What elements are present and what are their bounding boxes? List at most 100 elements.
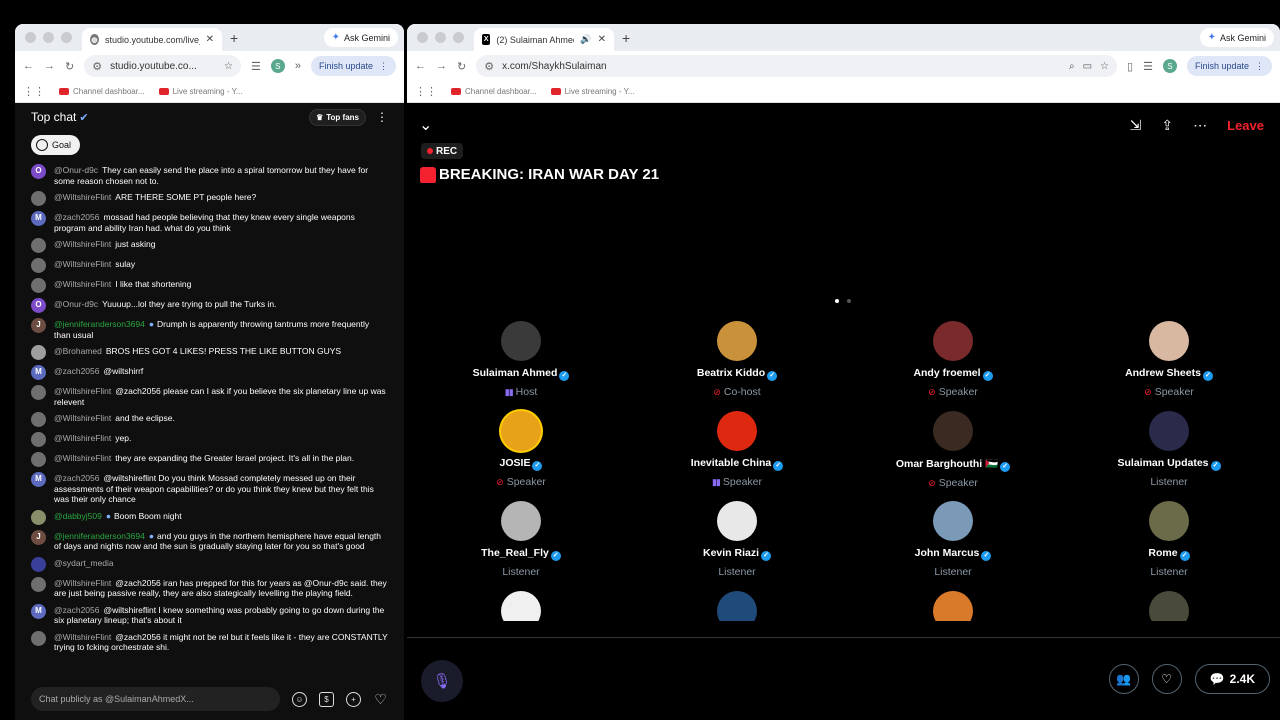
chat-message[interactable]: O @Onur-d9c Yuuuup...lol they are trying t… (15, 295, 404, 315)
chat-message[interactable]: M @zach2056 @wiltshirrf (15, 362, 404, 382)
message-author[interactable]: @WiltshireFlint (54, 433, 111, 443)
new-tab-button[interactable]: + (614, 30, 638, 51)
chat-message[interactable]: @WiltshireFlint @zach2056 iran has preppe… (15, 574, 404, 601)
participant[interactable]: Kevin Riazi ✓ Listener (637, 501, 837, 578)
minimize-window-button[interactable] (435, 32, 446, 43)
address-bar[interactable]: ⚙ x.com/ShaykhSulaiman ⌕ ▭ ☆ (476, 55, 1118, 77)
ask-gemini-button[interactable]: ✦ Ask Gemini (1199, 28, 1274, 47)
super-chat-icon[interactable]: $ (319, 691, 334, 707)
more-icon[interactable]: ⋯ (1193, 117, 1207, 134)
participant[interactable]: Beatrix Kiddo ✓ ⊘ Co-host (637, 321, 837, 398)
author-avatar[interactable]: M (31, 472, 46, 487)
participant[interactable] (1069, 591, 1269, 621)
message-author[interactable]: @WiltshireFlint (54, 279, 111, 289)
participant[interactable] (853, 591, 1053, 621)
chat-message[interactable]: O @Onur-d9c They can easily send the place… (15, 161, 404, 188)
bookmark-channel-dashboard[interactable]: Channel dashboar... (59, 87, 145, 96)
chat-message[interactable]: @WiltshireFlint and the eclipse. (15, 409, 404, 429)
address-bar[interactable]: ⚙ studio.youtube.co... ☆ (84, 55, 241, 77)
author-avatar[interactable] (31, 191, 46, 206)
author-avatar[interactable]: M (31, 365, 46, 380)
participant-avatar[interactable] (501, 321, 541, 361)
ask-gemini-button[interactable]: ✦ Ask Gemini (323, 28, 398, 47)
browser-tab[interactable]: ◍ studio.youtube.com/live_chat ✕ (82, 28, 222, 51)
participant-avatar[interactable] (717, 591, 757, 621)
chat-message[interactable]: J @jenniferanderson3694 ● Drumph is apparen… (15, 315, 404, 342)
page-dot-active[interactable] (835, 299, 839, 303)
participant-avatar[interactable] (933, 591, 973, 621)
chat-more-icon[interactable]: ⋮ (376, 110, 388, 124)
author-avatar[interactable] (31, 432, 46, 447)
chat-message[interactable]: @WiltshireFlint I like that shortening (15, 275, 404, 295)
chat-message[interactable]: @WiltshireFlint @zach2056 it might not be… (15, 628, 404, 655)
author-avatar[interactable] (31, 345, 46, 360)
add-icon[interactable]: + (346, 691, 361, 707)
extension-icon[interactable]: ☰ (251, 60, 261, 73)
message-author[interactable]: @zach2056 (54, 366, 100, 376)
finish-update-button[interactable]: Finish update ⋮ (1186, 56, 1272, 76)
message-author[interactable]: @dabbyj509 (54, 511, 102, 521)
participant-avatar[interactable] (1149, 501, 1189, 541)
reload-icon[interactable]: ↻ (457, 60, 466, 73)
author-avatar[interactable] (31, 385, 46, 400)
chat-message[interactable]: M @zach2056 mossad had people believing th… (15, 208, 404, 235)
chat-message[interactable]: @dabbyj509 ● Boom Boom night (15, 507, 404, 527)
participant[interactable]: John Marcus ✓ Listener (853, 501, 1053, 578)
page-dot[interactable] (847, 299, 851, 303)
chat-message[interactable]: @WiltshireFlint @zach2056 please can I as… (15, 382, 404, 409)
message-author[interactable]: @WiltshireFlint (54, 192, 111, 202)
audio-playing-icon[interactable]: 🔊 (580, 34, 591, 45)
people-button[interactable]: 👥 (1108, 664, 1139, 694)
author-avatar[interactable]: J (31, 529, 46, 545)
author-avatar[interactable]: O (31, 164, 46, 179)
reactions-button[interactable]: ♡ (1151, 664, 1182, 694)
participant-avatar[interactable] (501, 591, 541, 621)
minimize-space-icon[interactable]: ⇲ (1130, 117, 1142, 134)
chat-message[interactable]: @WiltshireFlint yep. (15, 429, 404, 449)
author-avatar[interactable] (31, 452, 46, 467)
participant[interactable]: JOSIE ✓ ⊘ Speaker (421, 411, 621, 488)
chat-message[interactable]: @WiltshireFlint they are expanding the Gr… (15, 449, 404, 469)
leave-button[interactable]: Leave (1227, 118, 1264, 133)
apps-grid-icon[interactable]: ⋮⋮ (415, 85, 437, 98)
site-info-icon[interactable]: ⚙ (484, 60, 494, 73)
chat-message[interactable]: @WiltshireFlint ARE THERE SOME PT people … (15, 188, 404, 208)
new-tab-button[interactable]: + (222, 30, 246, 51)
chat-message[interactable]: @WiltshireFlint just asking (15, 235, 404, 255)
participant-avatar[interactable] (717, 501, 757, 541)
participant[interactable]: Inevitable China ✓ ▮▮ Speaker (637, 411, 837, 488)
participant-avatar[interactable] (1149, 411, 1189, 451)
message-author[interactable]: @WiltshireFlint (54, 259, 111, 269)
participant[interactable]: Andrew Sheets ✓ ⊘ Speaker (1069, 321, 1269, 398)
chat-title[interactable]: Top chat (31, 110, 76, 124)
zoom-icon[interactable]: ⌕ (1069, 61, 1075, 72)
participant-avatar[interactable] (501, 411, 541, 451)
message-author[interactable]: @Onur-d9c (54, 299, 98, 309)
forward-icon[interactable]: → (44, 60, 55, 72)
participant-avatar[interactable] (933, 321, 973, 361)
author-avatar[interactable] (31, 576, 46, 592)
extension-icon[interactable]: ☰ (1143, 60, 1153, 73)
author-avatar[interactable] (31, 258, 46, 273)
bookmark-live-streaming[interactable]: Live streaming - Y... (550, 87, 635, 96)
back-icon[interactable]: ← (23, 60, 34, 72)
author-avatar[interactable] (31, 278, 46, 293)
author-avatar[interactable] (31, 509, 46, 525)
participant-avatar[interactable] (501, 501, 541, 541)
close-tab-icon[interactable]: ✕ (206, 34, 214, 45)
finish-update-button[interactable]: Finish update ⋮ (310, 56, 396, 76)
top-fans-button[interactable]: ♛ Top fans (309, 108, 366, 126)
participant[interactable]: Omar Barghouthi 🇵🇸 ✓ ⊘ Speaker (853, 411, 1053, 489)
browser-tab[interactable]: X (2) Sulaiman Ahmed (@S 🔊 ✕ (474, 28, 614, 51)
chat-message[interactable]: M @zach2056 @wiltshireflint I knew somethi… (15, 601, 404, 628)
message-author[interactable]: @WiltshireFlint (54, 239, 111, 249)
sidebar-icon[interactable]: ▯ (1127, 60, 1133, 73)
bookmark-live-streaming[interactable]: Live streaming - Y... (158, 87, 243, 96)
participant-avatar[interactable] (717, 411, 757, 451)
minimize-window-button[interactable] (43, 32, 54, 43)
message-author[interactable]: @zach2056 (54, 605, 100, 615)
chat-input[interactable]: Chat publicly as @SulaimanAhmedX... (31, 687, 280, 711)
site-info-icon[interactable]: ⚙ (92, 60, 102, 73)
participant-avatar[interactable] (1149, 591, 1189, 621)
message-author[interactable]: @WiltshireFlint (54, 386, 111, 396)
